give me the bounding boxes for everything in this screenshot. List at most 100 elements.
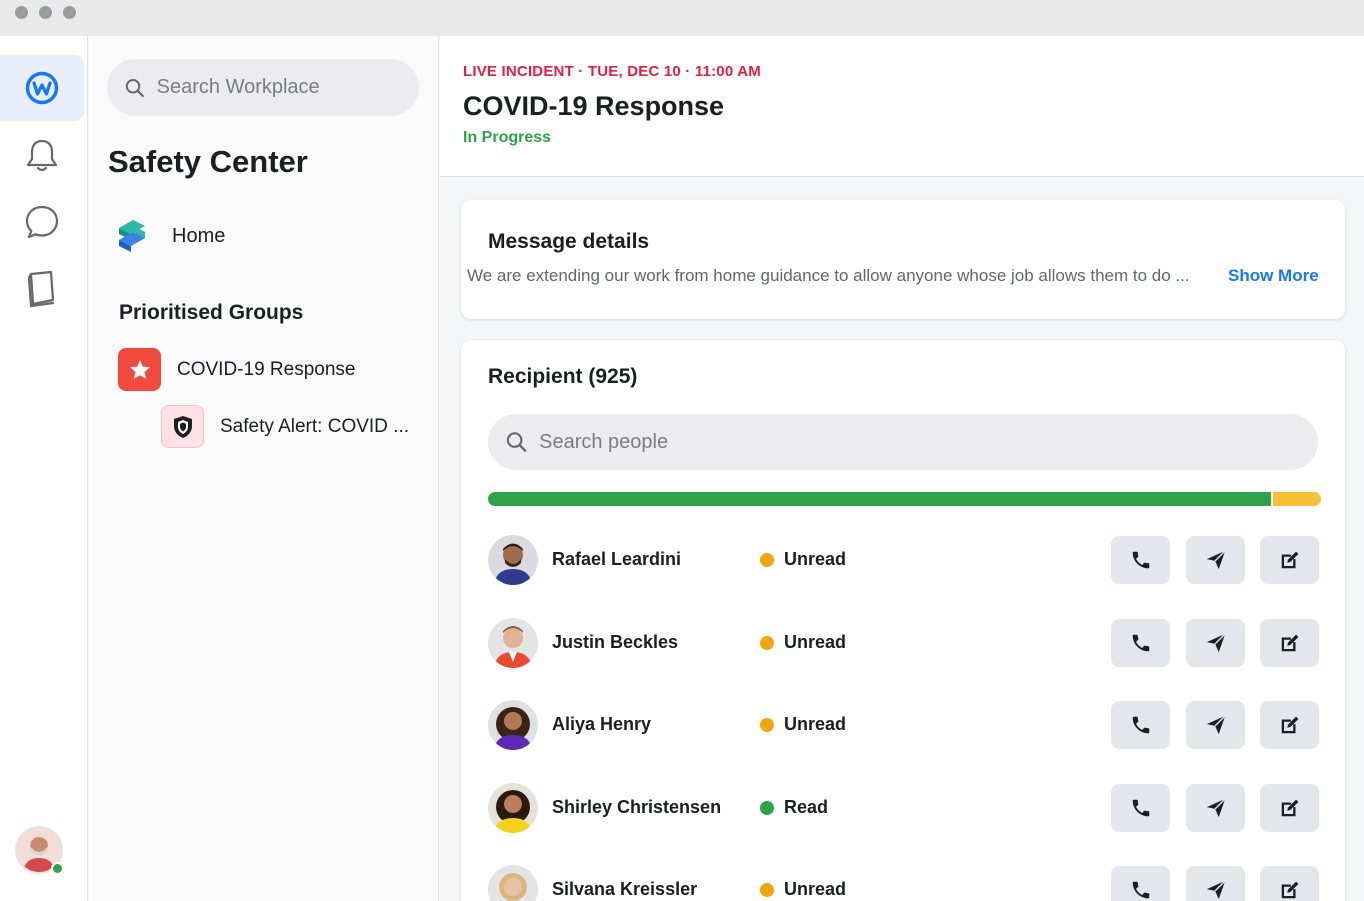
rail-notifications[interactable]	[0, 122, 84, 188]
compose-button[interactable]	[1260, 701, 1319, 749]
recipient-status-label: Unread	[784, 632, 847, 652]
recipient-status: Unread	[760, 632, 846, 653]
call-button[interactable]	[1111, 866, 1170, 901]
recipient-row: Silvana Kreissler Unread	[488, 865, 1320, 901]
recipients-card: Recipient (925) Rafael Leardini Unread	[461, 340, 1345, 901]
read-progress-bar	[488, 492, 1321, 506]
recipient-status-label: Read	[784, 797, 829, 817]
safety-center-logo-icon	[119, 220, 145, 252]
recipient-row: Justin Beckles Unread	[488, 618, 1320, 670]
phone-icon	[1132, 716, 1149, 734]
recipient-row: Aliya Henry Unread	[488, 700, 1320, 752]
recipient-status-label: Unread	[784, 714, 847, 734]
recipient-name: Justin Beckles	[552, 632, 679, 652]
recipient-status-label: Unread	[784, 549, 847, 569]
book-icon	[27, 270, 55, 308]
rail-workplace[interactable]	[0, 55, 84, 121]
compose-button[interactable]	[1260, 784, 1319, 832]
call-button[interactable]	[1111, 784, 1170, 832]
group-item-safety-alert[interactable]: Safety Alert: COVID ...	[161, 405, 409, 448]
group-item-label: COVID-19 Response	[177, 358, 356, 380]
chat-bubble-icon	[25, 205, 59, 239]
recipient-status: Unread	[760, 879, 846, 900]
send-icon	[1206, 880, 1226, 900]
incident-main: LIVE INCIDENT · TUE, DEC 10 · 11:00 AM C…	[440, 36, 1364, 901]
recipient-avatar[interactable]	[488, 618, 538, 668]
icon-rail	[0, 36, 88, 901]
recipient-status: Unread	[760, 549, 846, 570]
send-message-button[interactable]	[1186, 536, 1245, 584]
shield-icon	[161, 405, 204, 448]
recipient-status-label: Unread	[784, 879, 847, 899]
prioritised-groups-heading: Prioritised Groups	[119, 301, 304, 324]
nav-item-home-label: Home	[172, 224, 226, 247]
search-people-box[interactable]	[488, 414, 1318, 470]
search-people-input[interactable]	[539, 430, 1318, 454]
recipient-avatar[interactable]	[488, 535, 538, 585]
rail-chat[interactable]	[0, 189, 84, 255]
search-icon	[125, 78, 144, 97]
read-status-dot	[760, 800, 774, 815]
recipient-avatar[interactable]	[488, 783, 538, 833]
message-details-title: Message details	[488, 230, 650, 253]
unread-status-dot	[760, 635, 774, 650]
send-icon	[1206, 633, 1226, 653]
search-icon	[506, 432, 527, 452]
workplace-search-box[interactable]	[107, 59, 419, 116]
phone-icon	[1132, 634, 1149, 652]
edit-icon	[1281, 634, 1298, 652]
phone-icon	[1132, 551, 1149, 569]
recipient-row: Shirley Christensen Read	[488, 783, 1320, 835]
group-item-covid-response[interactable]: COVID-19 Response	[118, 348, 355, 391]
compose-button[interactable]	[1260, 866, 1319, 901]
send-icon	[1206, 715, 1226, 735]
bell-icon	[26, 139, 58, 172]
nav-item-home[interactable]: Home	[115, 218, 225, 254]
call-button[interactable]	[1111, 701, 1170, 749]
read-progress-fill	[488, 492, 1273, 506]
unread-status-dot	[760, 717, 774, 732]
phone-icon	[1132, 881, 1149, 899]
live-incident-label: LIVE INCIDENT · TUE, DEC 10 · 11:00 AM	[463, 63, 761, 80]
recipient-row: Rafael Leardini Unread	[488, 535, 1320, 587]
unread-status-dot	[760, 552, 774, 567]
online-status-dot	[51, 862, 64, 875]
safety-center-panel: Safety Center Home Prioritised Groups CO…	[89, 36, 439, 901]
window-close-dot[interactable]	[15, 6, 28, 19]
workplace-logo-icon	[25, 71, 59, 105]
edit-icon	[1281, 551, 1298, 569]
send-message-button[interactable]	[1186, 701, 1245, 749]
rail-knowledge[interactable]	[0, 256, 84, 322]
incident-header: LIVE INCIDENT · TUE, DEC 10 · 11:00 AM C…	[440, 36, 1364, 177]
recipients-title: Recipient (925)	[488, 365, 638, 388]
incident-title: COVID-19 Response	[463, 91, 725, 121]
incident-status: In Progress	[463, 129, 552, 146]
call-button[interactable]	[1111, 536, 1170, 584]
window-minimize-dot[interactable]	[39, 6, 52, 19]
edit-icon	[1281, 799, 1298, 817]
send-message-button[interactable]	[1186, 619, 1245, 667]
recipient-avatar[interactable]	[488, 700, 538, 750]
recipient-name: Aliya Henry	[552, 714, 652, 734]
panel-title: Safety Center	[108, 144, 308, 179]
unread-status-dot	[760, 882, 774, 897]
window-titlebar	[0, 0, 1364, 36]
edit-icon	[1281, 716, 1298, 734]
recipient-name: Silvana Kreissler	[552, 879, 698, 899]
message-details-card: Message details	[461, 200, 1345, 319]
send-message-button[interactable]	[1186, 866, 1245, 901]
window-zoom-dot[interactable]	[63, 6, 76, 19]
compose-button[interactable]	[1260, 536, 1319, 584]
compose-button[interactable]	[1260, 619, 1319, 667]
star-icon	[118, 348, 161, 391]
search-workplace-input[interactable]	[156, 76, 419, 99]
show-more-link[interactable]: Show More	[1228, 266, 1319, 286]
recipient-avatar[interactable]	[488, 865, 538, 901]
send-icon	[1206, 550, 1226, 570]
call-button[interactable]	[1111, 619, 1170, 667]
edit-icon	[1281, 881, 1298, 899]
phone-icon	[1132, 799, 1149, 817]
group-item-label: Safety Alert: COVID ...	[220, 415, 410, 437]
send-message-button[interactable]	[1186, 784, 1245, 832]
recipient-name: Shirley Christensen	[552, 797, 722, 817]
